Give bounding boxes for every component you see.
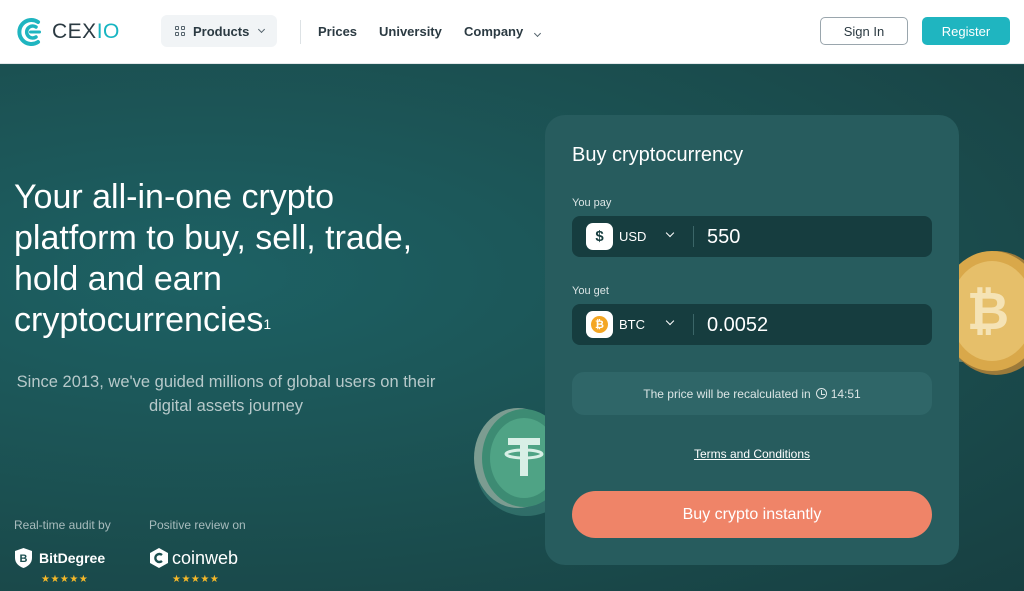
chevron-down-icon[interactable] — [665, 316, 675, 326]
pay-currency-select[interactable]: USD — [619, 229, 646, 244]
sign-in-button[interactable]: Sign In — [820, 17, 908, 45]
coinweb-logo[interactable]: coinweb — [149, 547, 238, 569]
svg-text:₿: ₿ — [967, 283, 1009, 341]
site-header: CEXIO Products Prices University Company… — [0, 0, 1024, 64]
coinweb-stars: ★★★★★ — [172, 574, 220, 585]
you-pay-field: $ USD 550 — [572, 216, 932, 257]
field-divider — [693, 314, 694, 335]
get-currency-select[interactable]: BTC — [619, 317, 645, 332]
buy-crypto-button[interactable]: Buy crypto instantly — [572, 491, 932, 538]
grid-icon — [175, 26, 185, 36]
cex-io-logo[interactable]: CEXIO — [16, 16, 120, 48]
clock-icon — [815, 388, 827, 399]
you-get-field: ₿ BTC 0.0052 — [572, 304, 932, 345]
bitdegree-logo[interactable]: B BitDegree — [14, 547, 105, 569]
nav-divider — [300, 20, 301, 44]
company-label: Company — [464, 24, 524, 39]
nav-link-prices[interactable]: Prices — [318, 24, 357, 40]
cex-logo-icon — [17, 18, 41, 46]
recalculation-notice: The price will be recalculated in 14:51 — [572, 372, 932, 415]
coinweb-brand: coinweb — [172, 547, 239, 568]
logo-text: CEXIO — [52, 20, 120, 43]
hero-section: Your all-in-one crypto platform to buy, … — [0, 65, 1024, 591]
products-label: Products — [193, 23, 250, 39]
terms-link[interactable]: Terms and Conditions — [545, 447, 959, 461]
nav-link-company[interactable]: Company — [464, 24, 541, 40]
buy-crypto-card: Buy cryptocurrency You pay $ USD 550 You… — [545, 115, 959, 565]
svg-text:B: B — [20, 553, 28, 565]
register-button[interactable]: Register — [922, 17, 1010, 45]
bitcoin-icon: ₿ — [586, 311, 613, 338]
dollar-icon: $ — [586, 223, 613, 250]
chevron-down-icon[interactable] — [665, 228, 675, 238]
bitdegree-stars: ★★★★★ — [41, 574, 89, 585]
field-divider — [693, 226, 694, 247]
coinweb-icon — [150, 548, 168, 568]
hero-headline: Your all-in-one crypto platform to buy, … — [14, 178, 413, 339]
audit-label: Real-time audit by — [14, 518, 111, 532]
chevron-down-icon — [258, 25, 266, 33]
shield-icon: B — [15, 548, 32, 568]
recalc-timer: 14:51 — [830, 386, 861, 401]
you-pay-label: You pay — [572, 197, 612, 209]
get-amount-input[interactable]: 0.0052 — [707, 314, 768, 337]
chevron-down-icon — [533, 29, 541, 38]
review-label: Positive review on — [149, 518, 246, 532]
hero-subtext: Since 2013, we've guided millions of glo… — [16, 373, 436, 415]
card-title: Buy cryptocurrency — [572, 144, 744, 166]
nav-link-university[interactable]: University — [379, 24, 442, 40]
bitdegree-brand: BitDegree — [39, 550, 106, 566]
you-get-label: You get — [572, 285, 609, 297]
products-menu-button[interactable]: Products — [161, 15, 277, 47]
pay-amount-input[interactable]: 550 — [707, 226, 740, 249]
recalc-text: The price will be recalculated in — [643, 386, 811, 401]
bitcoin-glyph: ₿ — [591, 316, 608, 333]
